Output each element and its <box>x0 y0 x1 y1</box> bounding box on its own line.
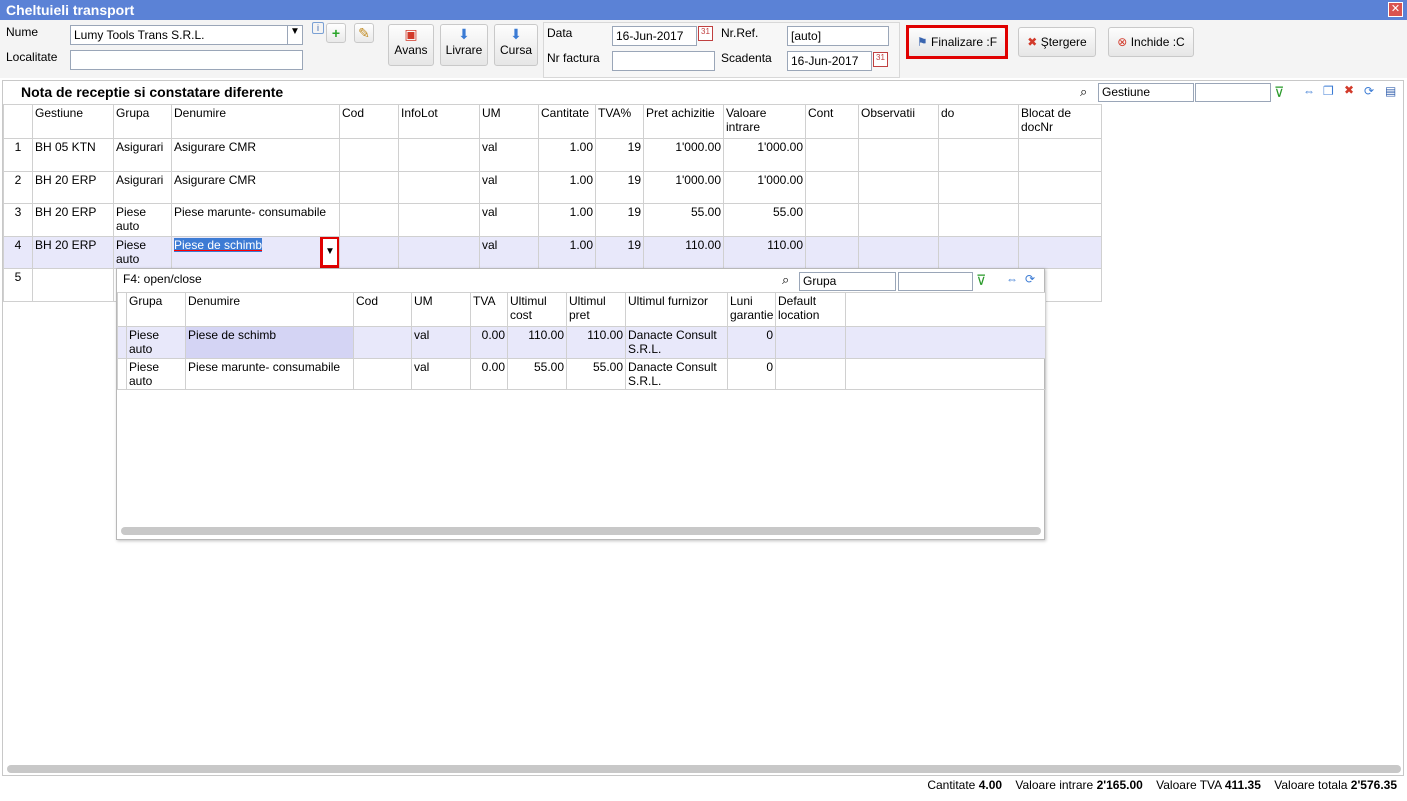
cursa-button[interactable]: ⬇ Cursa <box>494 24 538 66</box>
nrref-label: Nr.Ref. <box>721 26 759 40</box>
col-gestiune[interactable]: Gestiune <box>32 104 114 139</box>
col-denumire[interactable]: Denumire <box>185 292 354 327</box>
horizontal-scrollbar[interactable] <box>7 765 1401 773</box>
calendar-icon[interactable]: 31 <box>873 52 888 67</box>
valoare-totala-label: Valoare totala <box>1274 778 1348 792</box>
nume-label: Nume <box>6 25 39 39</box>
col-cod[interactable]: Cod <box>353 292 412 327</box>
binoculars-icon[interactable]: ⌕ <box>1080 84 1087 100</box>
valoare-tva-value: 411.35 <box>1224 778 1261 792</box>
col-infolot[interactable]: InfoLot <box>398 104 480 139</box>
lookup-header-row: Grupa Denumire Cod UM TVA Ultimul cost U… <box>117 292 1046 327</box>
save-icon[interactable]: ▤ <box>1385 84 1396 98</box>
col-um[interactable]: UM <box>479 104 539 139</box>
col-ultimul-pret[interactable]: Ultimul pret <box>566 292 626 327</box>
stergere-button[interactable]: ✖ Ştergere <box>1018 27 1096 57</box>
download-icon: ⬇ <box>510 26 522 42</box>
close-circle-icon: ⊗ <box>1117 35 1128 49</box>
col-cantitate[interactable]: Cantitate <box>538 104 596 139</box>
col-pret-achizitie[interactable]: Pret achizitie <box>643 104 724 139</box>
localitate-field[interactable] <box>70 50 303 70</box>
nrfactura-label: Nr factura <box>547 51 600 65</box>
data-label: Data <box>547 26 573 40</box>
list-item[interactable]: Piese auto Piese marunte- consumabile va… <box>117 358 1046 390</box>
valoare-tva-label: Valoare TVA <box>1156 778 1222 792</box>
col-cod[interactable]: Cod <box>339 104 399 139</box>
grid-header-row: Gestiune Grupa Denumire Cod InfoLot UM C… <box>3 104 1102 139</box>
inchide-button[interactable]: ⊗ Inchide :C <box>1108 27 1194 57</box>
window-title: Cheltuieli transport <box>6 2 135 18</box>
nrref-field[interactable]: [auto] <box>787 26 889 46</box>
table-row[interactable]: 1 BH 05 KTN Asigurari Asigurare CMR val … <box>3 138 1102 172</box>
list-item-selected[interactable]: Piese auto Piese de schimb val 0.00 110.… <box>117 326 1046 359</box>
col-observatii[interactable]: Observatii <box>858 104 939 139</box>
col-tva[interactable]: TVA <box>470 292 508 327</box>
info-icon[interactable]: i <box>312 22 324 34</box>
delete-icon: ✖ <box>1027 35 1038 49</box>
calendar-icon[interactable]: 31 <box>698 26 713 41</box>
popup-title: F4: open/close <box>123 272 202 286</box>
grupa-filter-select[interactable]: Grupa <box>799 272 896 291</box>
section-filter-input[interactable] <box>1195 83 1271 102</box>
nrfactura-field[interactable] <box>612 51 715 71</box>
expand-icon[interactable]: ⇔ <box>1006 272 1018 286</box>
denumire-dropdown-icon[interactable]: ▼ <box>320 237 339 268</box>
table-row[interactable]: 3 BH 20 ERP Piese auto Piese marunte- co… <box>3 203 1102 237</box>
localitate-label: Localitate <box>6 50 58 64</box>
add-icon[interactable]: + <box>326 23 346 43</box>
download-icon: ⬇ <box>458 26 470 42</box>
highlight-box <box>906 25 1008 59</box>
table-row[interactable]: 2 BH 20 ERP Asigurari Asigurare CMR val … <box>3 171 1102 204</box>
close-window-icon[interactable]: ✕ <box>1388 2 1403 17</box>
cantitate-total-label: Cantitate <box>927 778 976 792</box>
data-field[interactable]: 16-Jun-2017 <box>612 26 697 46</box>
col-um[interactable]: UM <box>411 292 471 327</box>
avans-button[interactable]: ▣ Avans <box>388 24 434 66</box>
col-index <box>3 104 33 139</box>
col-ultimul-furnizor[interactable]: Ultimul furnizor <box>625 292 728 327</box>
gestiune-filter-select[interactable]: Gestiune <box>1098 83 1194 102</box>
copy-icon[interactable]: ❐ <box>1323 84 1334 98</box>
delete-row-icon[interactable]: ✖ <box>1344 83 1354 97</box>
valoare-intrare-value: 2'165.00 <box>1096 778 1143 792</box>
col-cont[interactable]: Cont <box>805 104 859 139</box>
table-row-selected[interactable]: 4 BH 20 ERP Piese auto Piese de schimb ▼… <box>3 236 1102 269</box>
col-tva[interactable]: TVA% <box>595 104 644 139</box>
scadenta-label: Scadenta <box>721 51 772 65</box>
livrare-button[interactable]: ⬇ Livrare <box>440 24 488 66</box>
col-do[interactable]: do <box>938 104 1019 139</box>
col-grupa[interactable]: Grupa <box>126 292 186 327</box>
denumire-editor[interactable]: Piese de schimb ▼ <box>171 236 340 269</box>
header-form: Nume Lumy Tools Trans S.R.L. ▼ i + ✎ Loc… <box>0 20 1407 78</box>
refresh-icon[interactable]: ⟳ <box>1025 272 1035 286</box>
lookup-popup: F4: open/close ⌕ Grupa ⊽ ⇔ ⟳ Grupa Denum… <box>116 268 1046 540</box>
col-default-location[interactable]: Default location <box>775 292 846 327</box>
nume-field[interactable]: Lumy Tools Trans S.R.L. <box>70 25 288 45</box>
expand-icon[interactable]: ⇔ <box>1303 84 1315 98</box>
popup-horizontal-scrollbar[interactable] <box>121 527 1041 535</box>
scadenta-field[interactable]: 16-Jun-2017 <box>787 51 872 71</box>
cantitate-total-value: 4.00 <box>978 778 1003 792</box>
col-valoare-intrare[interactable]: Valoare intrare <box>723 104 806 139</box>
col-denumire[interactable]: Denumire <box>171 104 340 139</box>
valoare-totala-value: 2'576.35 <box>1350 778 1397 792</box>
lookup-grid: Grupa Denumire Cod UM TVA Ultimul cost U… <box>117 292 1046 390</box>
totals-footer: Cantitate 4.00 Valoare intrare 2'165.00 … <box>0 777 1407 797</box>
refresh-icon[interactable]: ⟳ <box>1364 84 1374 98</box>
window-titlebar: Cheltuieli transport ✕ <box>0 0 1407 20</box>
col-grupa[interactable]: Grupa <box>113 104 172 139</box>
col-ultimul-cost[interactable]: Ultimul cost <box>507 292 567 327</box>
col-luni-garantie[interactable]: Luni garantie <box>727 292 776 327</box>
col-blocat[interactable]: Blocat de docNr <box>1018 104 1102 139</box>
popup-filter-input[interactable] <box>898 272 973 291</box>
filter-icon[interactable]: ⊽ <box>1274 84 1290 100</box>
edit-icon[interactable]: ✎ <box>354 23 374 43</box>
avans-icon: ▣ <box>404 26 418 42</box>
binoculars-icon[interactable]: ⌕ <box>782 272 789 288</box>
filter-icon[interactable]: ⊽ <box>976 272 992 288</box>
valoare-intrare-label: Valoare intrare <box>1015 778 1094 792</box>
nume-dropdown-icon[interactable]: ▼ <box>287 25 303 45</box>
section-title: Nota de receptie si constatare diferente <box>21 84 284 100</box>
